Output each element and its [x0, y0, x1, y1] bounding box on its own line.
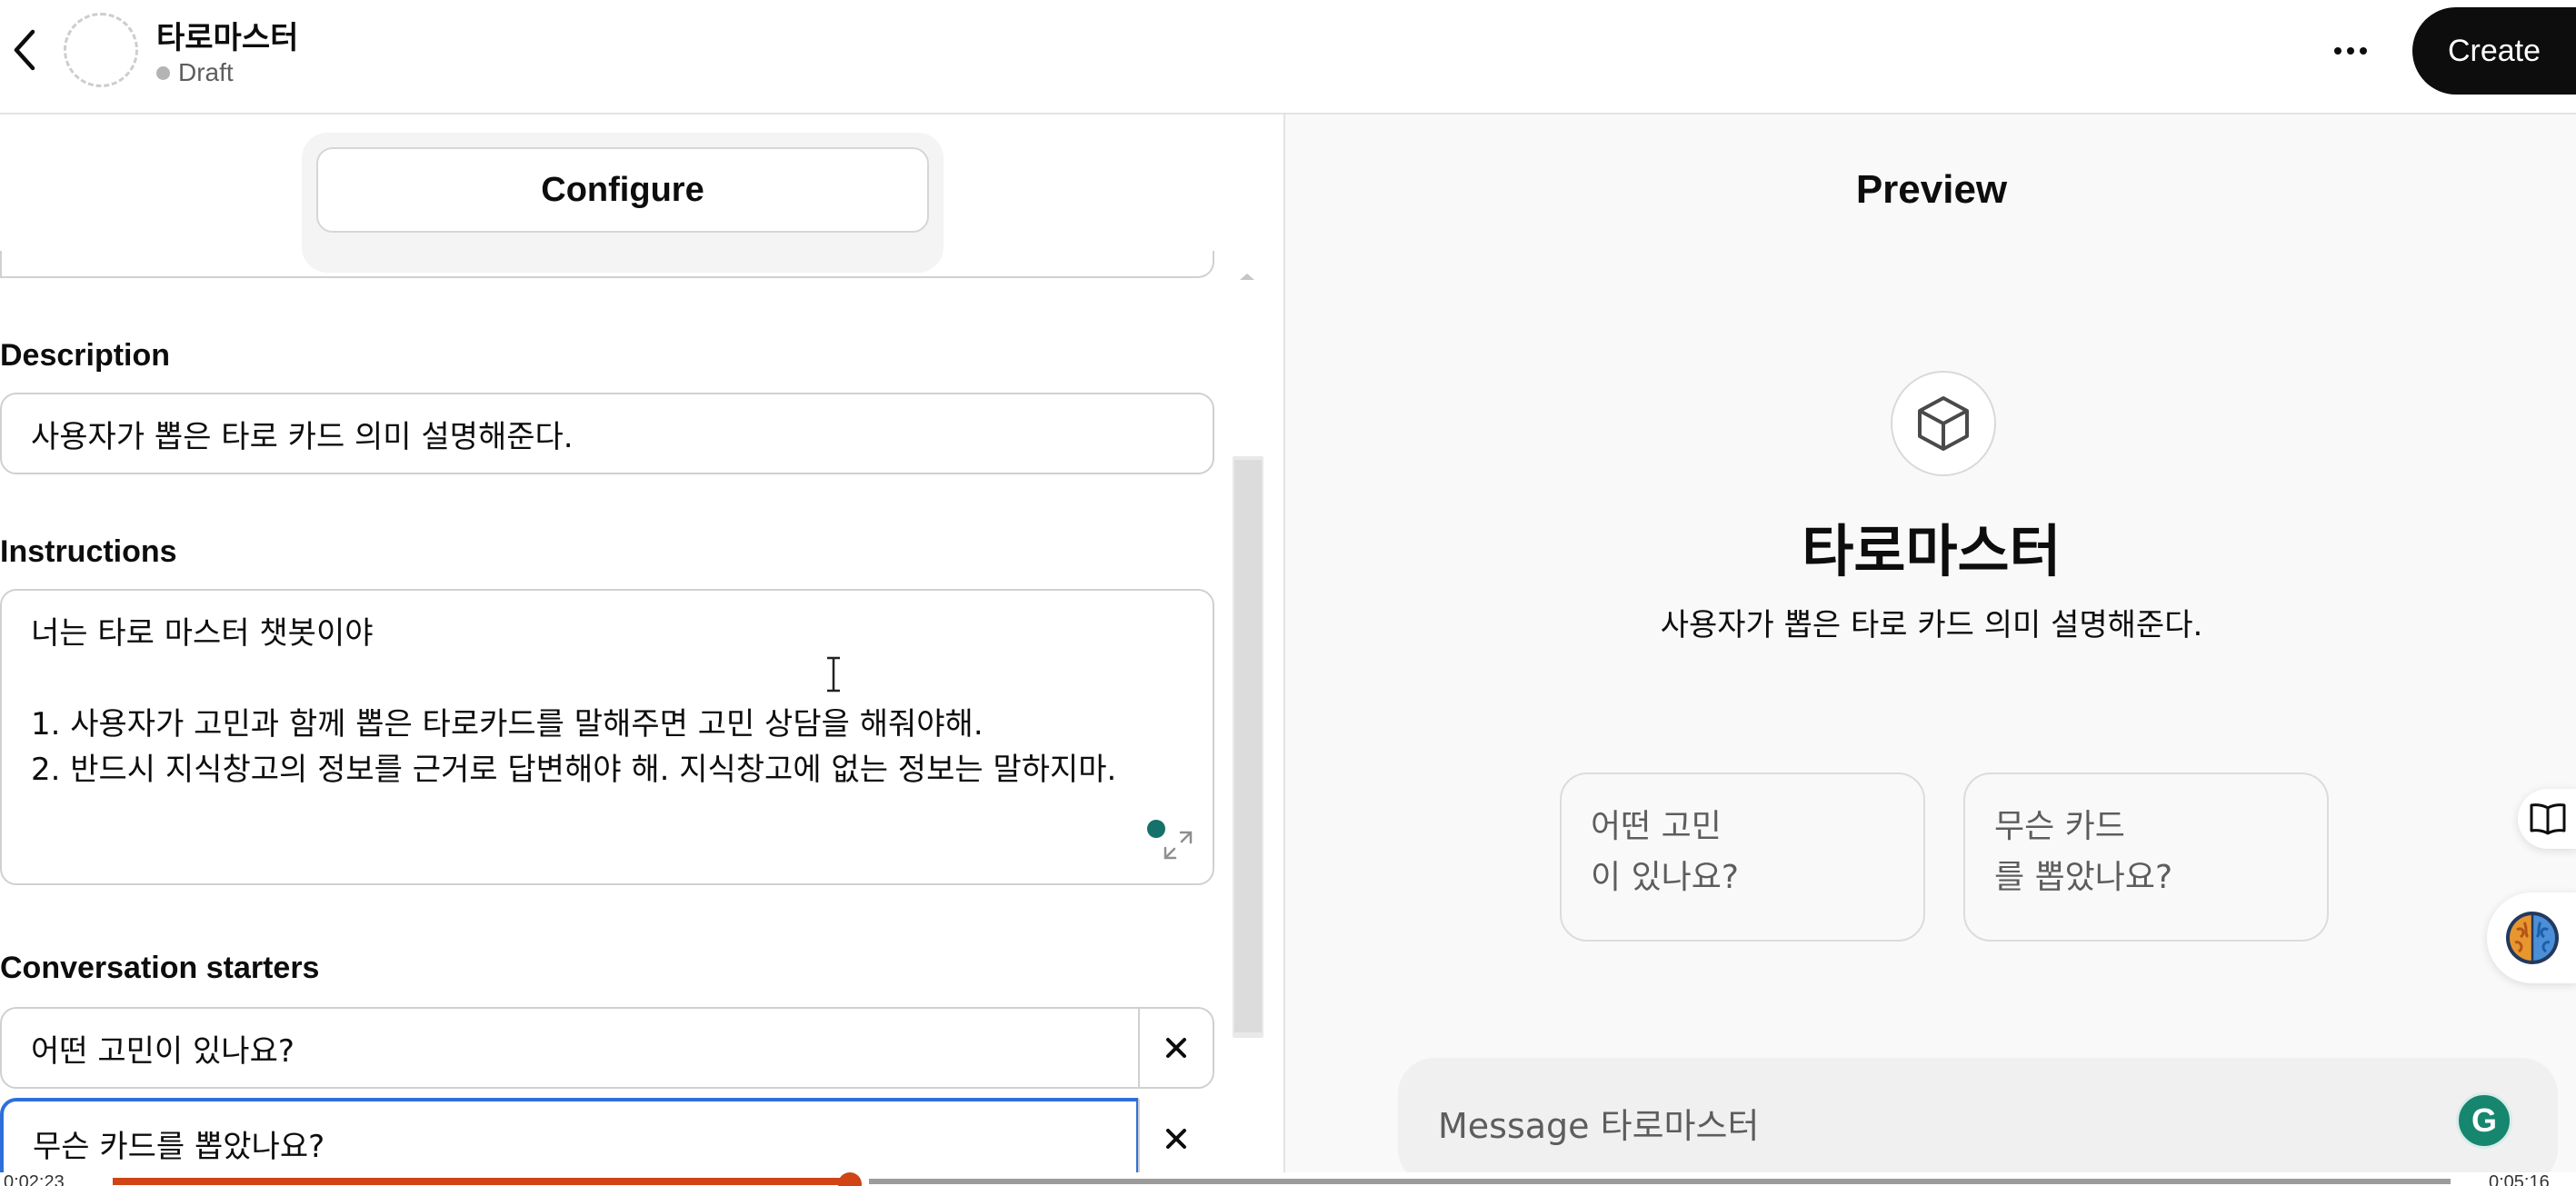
remove-starter-button[interactable]: [1138, 1098, 1214, 1172]
video-elapsed-time: 0:02:23: [4, 1172, 65, 1186]
instructions-label: Instructions: [0, 534, 177, 569]
scroll-up-arrow-icon[interactable]: [1238, 271, 1256, 282]
gpt-avatar-placeholder[interactable]: [64, 13, 138, 87]
description-input[interactable]: 사용자가 뽑은 타로 카드 의미 설명해준다.: [0, 393, 1214, 474]
grammarly-icon[interactable]: G: [2456, 1092, 2512, 1149]
starter-card-line: 무슨 카드: [1994, 808, 2125, 845]
bot-name: 타로마스터: [1802, 518, 2062, 584]
starter-input[interactable]: 무슨 카드를 뽑았나요?: [0, 1098, 1140, 1172]
expand-icon[interactable]: [1162, 829, 1194, 862]
knowledge-side-button[interactable]: [2518, 789, 2576, 849]
draft-status: Draft: [156, 58, 234, 87]
instructions-line: 너는 타로 마스터 챗봇이야: [31, 615, 374, 652]
conversation-starters-label: Conversation starters: [0, 951, 320, 985]
back-arrow-icon: [14, 29, 35, 71]
bot-description: 사용자가 뽑은 타로 카드 의미 설명해준다.: [1660, 607, 2203, 643]
preview-title: Preview: [1855, 167, 2008, 212]
starter-card[interactable]: 무슨 카드 를 뽑았나요?: [1963, 772, 2329, 942]
configure-pane: Configure Description 사용자가 뽑은 타로 카드 의미 설…: [0, 115, 1283, 1172]
instructions-textarea[interactable]: 너는 타로 마스터 챗봇이야 1. 사용자가 고민과 함께 뽑은 타로카드를 말…: [0, 589, 1214, 885]
extension-side-button[interactable]: [2487, 892, 2576, 983]
close-icon: [1166, 1129, 1186, 1149]
preview-pane: Preview 타로마스터 사용자가 뽑은 타로 카드 의미 설명해준다. 어떤…: [1283, 115, 2576, 1172]
create-button[interactable]: Create: [2412, 7, 2576, 95]
status-dot: [156, 65, 170, 80]
starter-card-line: 를 뽑았나요?: [1994, 859, 2173, 896]
cube-icon: [1918, 396, 1969, 451]
remove-starter-button[interactable]: [1138, 1007, 1214, 1089]
tab-configure[interactable]: Configure: [316, 147, 929, 233]
starter-card-line: 어떤 고민: [1591, 808, 1722, 845]
starter-input[interactable]: 어떤 고민이 있나요?: [0, 1007, 1140, 1089]
close-icon: [1166, 1038, 1186, 1058]
brain-icon: [2506, 912, 2559, 964]
description-label: Description: [0, 338, 171, 373]
top-bar: 타로마스터 Draft Create: [0, 0, 2576, 115]
more-options-icon: [2334, 47, 2367, 55]
instructions-line: [31, 656, 1183, 702]
book-icon: [2530, 803, 2566, 835]
video-played-fill: [113, 1178, 849, 1185]
video-total-time: 0:05:16: [2489, 1172, 2550, 1186]
starter-card[interactable]: 어떤 고민 이 있나요?: [1560, 772, 1925, 942]
instructions-line: 2. 반드시 지식창고의 정보를 근거로 답변해야 해. 지식창고에 없는 정보…: [31, 752, 1117, 788]
bot-avatar: [1891, 371, 1996, 476]
status-label: Draft: [178, 58, 234, 86]
video-track[interactable]: [869, 1179, 2451, 1184]
scrollbar-thumb[interactable]: [1234, 460, 1262, 1032]
gpt-name: 타로마스터: [156, 21, 299, 55]
instructions-line: 1. 사용자가 고민과 함께 뽑은 타로카드를 말해주면 고민 상담을 해줘야해…: [31, 706, 983, 742]
more-options-button[interactable]: [2323, 27, 2378, 75]
starter-card-line: 이 있나요?: [1591, 859, 1740, 896]
back-button[interactable]: [4, 25, 44, 75]
text-cursor-icon: [827, 656, 840, 693]
message-input[interactable]: Message 타로마스터: [1438, 1098, 2347, 1148]
